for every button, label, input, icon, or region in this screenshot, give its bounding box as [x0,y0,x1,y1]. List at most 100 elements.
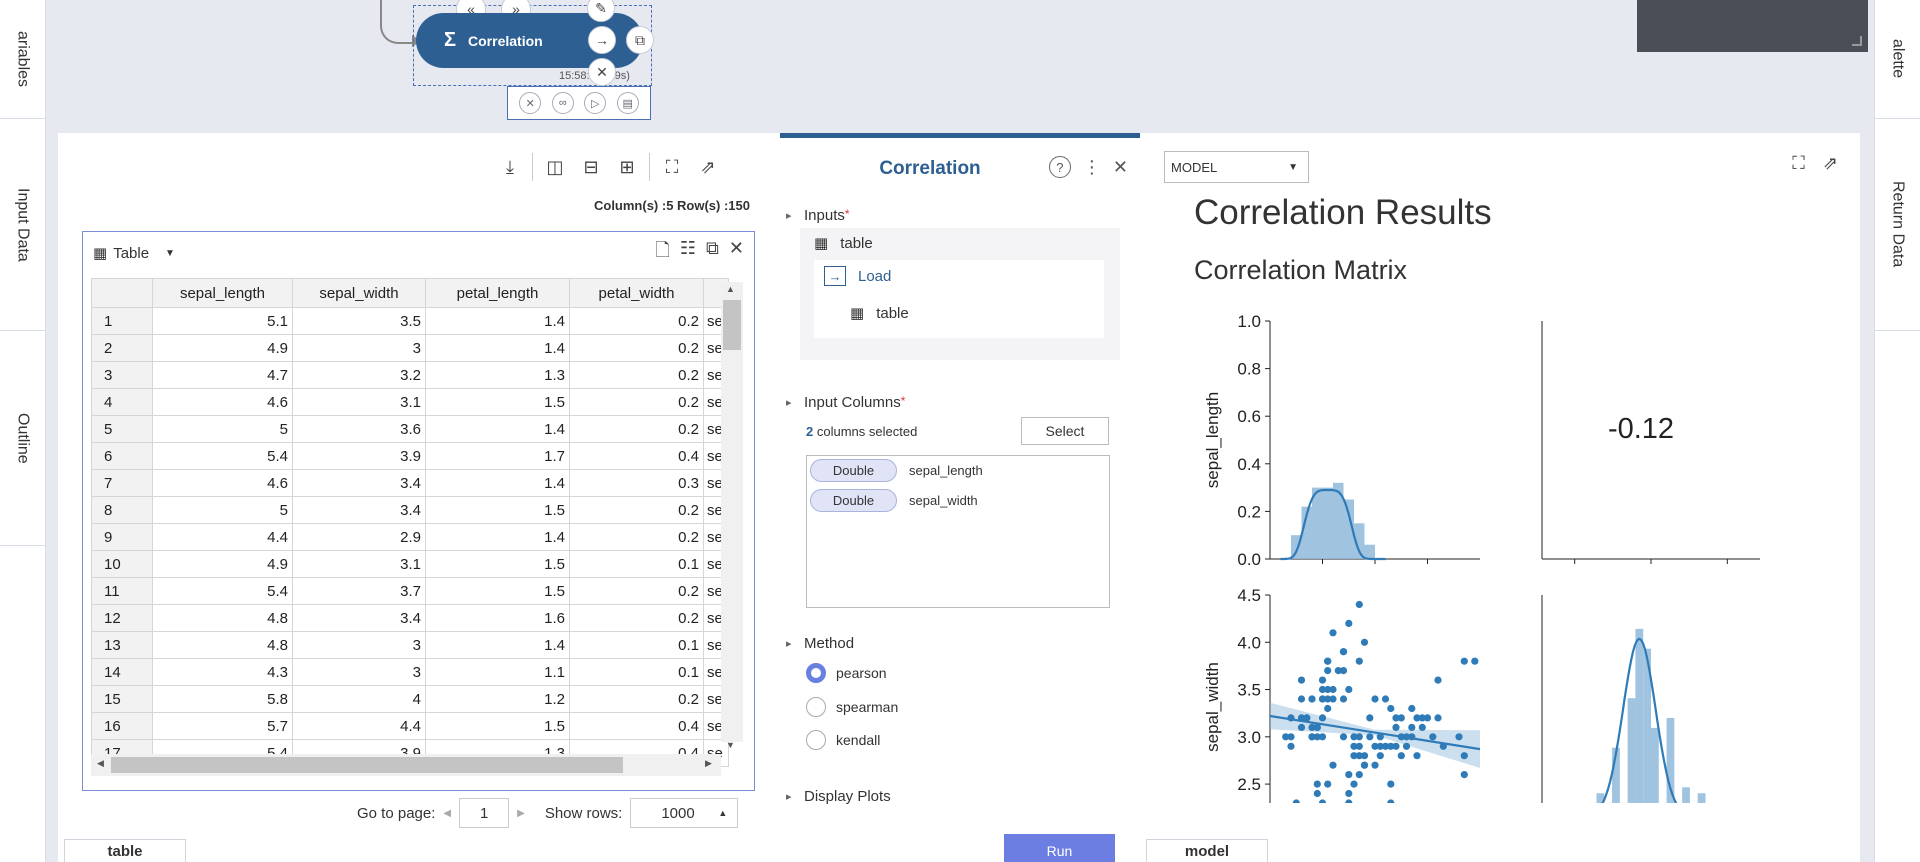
row-index[interactable]: 2 [91,334,153,362]
tab-table[interactable]: table [64,839,186,862]
model-dropdown[interactable]: MODEL ▼ [1164,151,1309,183]
table-cell[interactable]: 5.4 [152,442,293,470]
table-row[interactable]: 9 4.4 2.9 1.4 0.2 se [91,523,729,551]
link-icon[interactable]: ∞ [551,92,574,114]
table-cell[interactable]: 0.2 [569,577,704,605]
workflow-canvas[interactable]: « » Σ Correlation 15:58:29(1.9s) ✎ → ⧉ ✕… [46,0,1874,132]
column-header[interactable]: sepal_length [152,278,293,308]
page-input[interactable]: 1 [459,798,510,828]
play-icon[interactable]: ▷ [584,92,607,114]
table-cell[interactable]: 1.4 [425,415,570,443]
minimap[interactable] [1637,0,1868,52]
table-cell[interactable]: 5 [152,496,293,524]
table-cell[interactable]: 0.2 [569,523,704,551]
table-cell[interactable]: 0.3 [569,469,704,497]
rail-tab-palette[interactable]: alette [1875,0,1920,119]
table-cell[interactable]: 4.6 [152,469,293,497]
input-columns-section[interactable]: Input Columns* [786,394,905,411]
vertical-scroll-thumb[interactable] [723,300,741,350]
table-cell[interactable]: 4.3 [152,658,293,686]
rail-tab-outline[interactable]: Outline [0,331,45,546]
radio-dot[interactable] [806,697,826,717]
table-cell[interactable]: 1.3 [425,361,570,389]
more-icon[interactable]: ⋮ [1083,157,1101,178]
table-cell[interactable]: 5.1 [152,307,293,335]
row-index[interactable]: 7 [91,469,153,497]
table-cell[interactable]: 4.4 [152,523,293,551]
table-cell[interactable]: 4.9 [152,334,293,362]
table-cell[interactable]: 0.2 [569,604,704,632]
table-cell[interactable]: 0.2 [569,361,704,389]
table-cell[interactable]: 1.1 [425,658,570,686]
table-cell[interactable]: 0.4 [569,712,704,740]
radio-spearman[interactable]: spearman [806,697,898,717]
table-row[interactable]: 7 4.6 3.4 1.4 0.3 se [91,469,729,497]
column-header[interactable]: petal_length [425,278,570,308]
table-cell[interactable]: 1.5 [425,550,570,578]
fullscreen-icon[interactable]: ⛶ [1792,153,1805,174]
table-cell[interactable]: 4.9 [152,550,293,578]
duplicate-icon[interactable]: ⧉ [706,238,719,268]
scroll-up-icon[interactable]: ▲ [726,284,735,294]
table-cell[interactable]: 0.2 [569,388,704,416]
table-cell[interactable]: 4.8 [152,631,293,659]
clipboard-icon[interactable]: ▤ [616,92,639,114]
table-cell[interactable]: 4.6 [152,388,293,416]
table-row[interactable]: 3 4.7 3.2 1.3 0.2 se [91,361,729,389]
help-icon[interactable]: ? [1048,156,1071,178]
copy-icon[interactable]: ⧉ [626,26,654,54]
table-cell[interactable]: 0.2 [569,685,704,713]
table-cell[interactable]: 3.9 [292,442,426,470]
row-index[interactable]: 11 [91,577,153,605]
table-row[interactable]: 11 5.4 3.7 1.5 0.2 se [91,577,729,605]
split-vertical-icon[interactable]: ◫ [537,153,573,181]
table-cell[interactable]: 1.7 [425,442,570,470]
table-cell[interactable]: 3 [292,334,426,362]
table-cell[interactable]: 0.2 [569,307,704,335]
table-cell[interactable]: 3.4 [292,469,426,497]
table-row[interactable]: 10 4.9 3.1 1.5 0.1 se [91,550,729,578]
scroll-left-icon[interactable]: ◀ [97,758,104,769]
tab-model[interactable]: model [1146,839,1268,862]
table-cell[interactable]: 3.1 [292,550,426,578]
rail-tab-input-data[interactable]: Input Data [0,119,45,331]
row-index[interactable]: 9 [91,523,153,551]
close-panel-icon[interactable]: ✕ [1113,157,1128,178]
radio-dot[interactable] [806,663,826,683]
grid-layout-icon[interactable]: ⊞ [609,153,645,181]
radio-pearson[interactable]: pearson [806,663,887,683]
table-cell[interactable]: 0.2 [569,496,704,524]
table-cell[interactable]: 3 [292,658,426,686]
popout-icon[interactable]: ⇗ [690,153,726,181]
table-row[interactable]: 14 4.3 3 1.1 0.1 se [91,658,729,686]
row-index[interactable]: 14 [91,658,153,686]
column-header[interactable]: sepal_width [292,278,426,308]
table-type-selector[interactable]: ▦ Table ▼ [93,244,175,263]
selected-column-item[interactable]: Double sepal_length [810,459,983,482]
table-cell[interactable]: 5.4 [152,577,293,605]
table-row[interactable]: 12 4.8 3.4 1.6 0.2 se [91,604,729,632]
table-cell[interactable]: 1.5 [425,577,570,605]
row-index[interactable]: 1 [91,307,153,335]
table-cell[interactable]: 1.5 [425,388,570,416]
row-index[interactable]: 3 [91,361,153,389]
run-button[interactable]: Run [1004,834,1115,862]
table-row[interactable]: 4 4.6 3.1 1.5 0.2 se [91,388,729,416]
table-row[interactable]: 16 5.7 4.4 1.5 0.4 se [91,712,729,740]
table-cell[interactable]: 0.1 [569,631,704,659]
table-cell[interactable]: 0.1 [569,550,704,578]
inputs-section[interactable]: Inputs* [786,207,849,224]
vertical-scrollbar[interactable] [721,282,743,742]
select-columns-button[interactable]: Select [1021,417,1109,445]
row-index[interactable]: 8 [91,496,153,524]
table-cell[interactable]: 1.4 [425,523,570,551]
popout-icon[interactable]: ⇗ [1823,153,1838,174]
table-cell[interactable]: 3.6 [292,415,426,443]
column-header[interactable]: petal_width [569,278,704,308]
table-cell[interactable]: 3.1 [292,388,426,416]
selected-column-item[interactable]: Double sepal_width [810,489,978,512]
close-node-icon[interactable]: ✕ [588,58,616,86]
table-row[interactable]: 2 4.9 3 1.4 0.2 se [91,334,729,362]
table-cell[interactable]: 0.2 [569,415,704,443]
row-index[interactable]: 5 [91,415,153,443]
